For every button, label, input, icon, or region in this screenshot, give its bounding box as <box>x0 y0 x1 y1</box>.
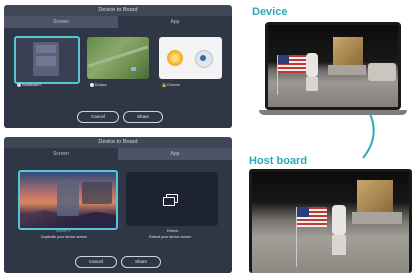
moon-scene <box>252 172 409 273</box>
host-board-label: Host board <box>249 155 308 167</box>
extend-caption: Extend <box>167 229 179 233</box>
share-button[interactable]: Share <box>123 111 163 123</box>
connection-arrow <box>362 113 375 159</box>
tab-screen[interactable]: Screen <box>4 148 118 160</box>
dialog-title: Device to Board <box>98 139 138 145</box>
share-button[interactable]: Share <box>121 256 161 268</box>
app-label: Chrome <box>162 83 180 88</box>
app-thumb-instaboard[interactable] <box>14 36 80 84</box>
cancel-button[interactable]: Cancel <box>75 256 117 268</box>
screen-thumb-duplicate[interactable] <box>18 170 118 230</box>
tab-app[interactable]: App <box>118 148 232 160</box>
app-thumb-chrome[interactable] <box>159 37 222 79</box>
screen-picker: Screen 1 Duplicate your device screen Ex… <box>4 160 232 273</box>
extend-description: Extend your device screen <box>149 235 192 239</box>
host-board-screen <box>249 169 412 273</box>
app-label: Eclipse <box>90 83 107 88</box>
tab-bar: Screen App <box>4 16 232 28</box>
device-laptop <box>259 22 407 120</box>
device-label: Device <box>252 6 288 18</box>
tab-app[interactable]: App <box>118 16 232 28</box>
screen-description: Duplicate your device screen <box>41 235 88 239</box>
app-icon <box>17 83 21 88</box>
chrome-icon <box>162 83 166 88</box>
device-to-board-dialog-screen: Device to Board Screen App Screen 1 Dupl… <box>4 137 232 273</box>
screen-thumb-extend[interactable] <box>126 172 218 226</box>
cancel-button[interactable]: Cancel <box>77 111 119 123</box>
moon-scene <box>268 25 398 107</box>
tab-screen[interactable]: Screen <box>4 16 118 28</box>
app-icon <box>90 83 94 88</box>
app-picker: InstaBoard+ Eclipse Chrome Cancel Share <box>4 28 232 128</box>
app-window-preview <box>33 42 59 76</box>
app-thumb-eclipse[interactable] <box>87 37 149 79</box>
app-label: InstaBoard+ <box>17 83 41 88</box>
tab-bar: Screen App <box>4 148 232 160</box>
device-to-board-dialog-app: Device to Board Screen App InstaBoard+ E… <box>4 5 232 128</box>
screen-caption: Screen 1 <box>56 229 71 233</box>
dialog-title: Device to Board <box>98 7 138 13</box>
